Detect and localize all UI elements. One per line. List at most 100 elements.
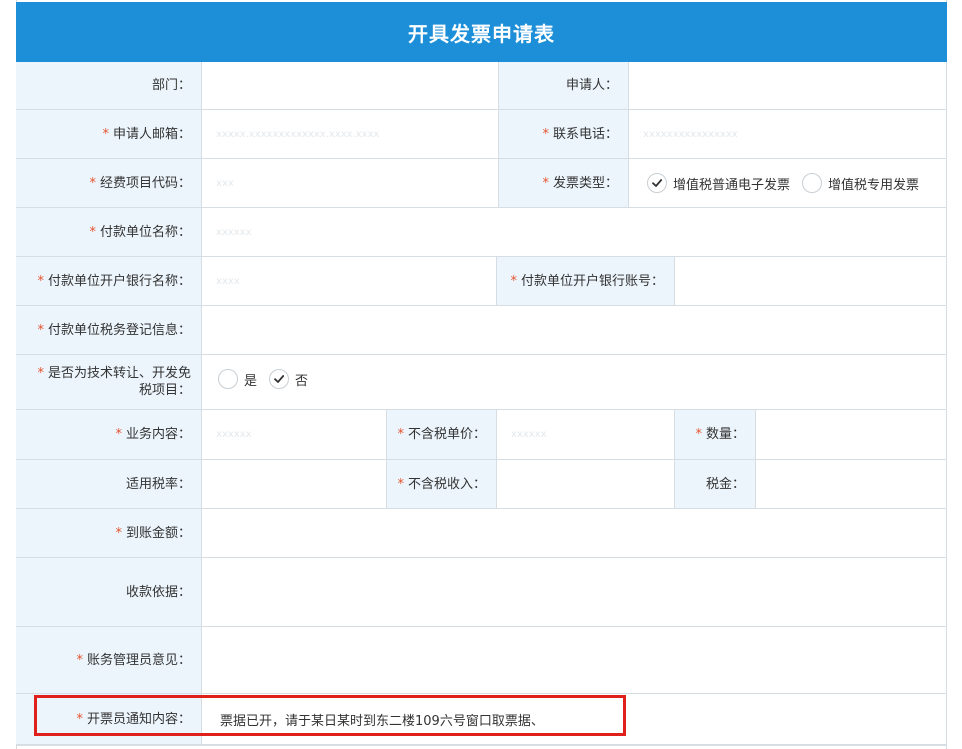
payer-name-field[interactable]: xxxxxx: [202, 208, 947, 257]
payer-bank-name-value: xxxx: [216, 275, 240, 287]
required-mark: *: [37, 273, 44, 289]
required-mark: *: [76, 652, 83, 668]
applicant-email-label-text: 申请人邮箱：: [112, 126, 191, 142]
contact-phone-value: xxxxxxxxxxxxxxxx: [643, 128, 738, 140]
invoice-type-option-electronic-radio[interactable]: [647, 173, 667, 193]
tech-transfer-label: * 是否为技术转让、开发免 税项目：: [16, 355, 202, 410]
tech-transfer-label-text: * 是否为技术转让、开发免 税项目：: [37, 365, 191, 399]
tech-transfer-field: 是 否: [202, 355, 947, 410]
check-icon: [652, 179, 663, 187]
invoice-type-radio-group: 增值税普通电子发票 增值税专用发票: [647, 173, 919, 193]
payer-tax-info-field[interactable]: [202, 306, 947, 355]
tech-transfer-yes-radio[interactable]: [218, 369, 238, 389]
funding-code-value: xxx: [216, 177, 234, 189]
payment-basis-field[interactable]: [202, 558, 947, 627]
payment-basis-label: 收款依据：: [16, 558, 202, 627]
tax-rate-label: 适用税率：: [16, 460, 202, 509]
revenue-ex-tax-label-text: 不含税收入：: [407, 476, 486, 492]
invoice-form: 部门： 申请人： * 申请人邮箱： xxxxx.xxxxxxxxxxxxx.xx…: [0, 0, 962, 749]
required-mark: *: [102, 126, 109, 142]
payer-name-label-text: 付款单位名称：: [99, 224, 191, 240]
issuer-notice-label-text: 开票员通知内容：: [86, 711, 191, 727]
issuer-notice-value: 票据已开，请于某日某时到东二楼109六号窗口取票据、: [220, 713, 544, 729]
payer-bank-name-label: * 付款单位开户银行名称：: [16, 257, 202, 306]
unit-price-label-text: 不含税单价：: [407, 427, 486, 442]
invoice-type-option-electronic-label[interactable]: 增值税普通电子发票: [673, 174, 790, 193]
form-bottom-border: [16, 745, 947, 746]
issuer-notice-label: * 开票员通知内容：: [16, 694, 202, 745]
required-mark: *: [37, 366, 44, 381]
payer-tax-info-label: * 付款单位税务登记信息：: [16, 306, 202, 355]
tech-transfer-label-line1: 是否为技术转让、开发免: [47, 366, 191, 381]
applicant-email-field[interactable]: xxxxx.xxxxxxxxxxxxx.xxxx.xxxx: [202, 110, 499, 159]
issuer-notice-field[interactable]: 票据已开，请于某日某时到东二楼109六号窗口取票据、: [202, 694, 947, 745]
department-field[interactable]: [202, 62, 499, 110]
funding-code-field[interactable]: xxx: [202, 159, 499, 208]
invoice-type-label-text: 发票类型：: [552, 175, 618, 191]
unit-price-label: * 不含税单价：: [387, 410, 497, 460]
tech-transfer-no-radio[interactable]: [269, 369, 290, 389]
tax-rate-field[interactable]: [202, 460, 387, 509]
finance-manager-opinion-field[interactable]: [202, 627, 947, 694]
payer-name-label: * 付款单位名称：: [16, 208, 202, 257]
unit-price-value: xxxxxx: [511, 429, 547, 440]
required-mark: *: [89, 224, 96, 240]
invoice-type-option-special-radio[interactable]: [802, 173, 823, 193]
required-mark: *: [89, 175, 96, 191]
funding-code-label-text: 经费项目代码：: [99, 175, 191, 191]
finance-manager-opinion-label-text: 账务管理员意见：: [86, 652, 191, 668]
contact-phone-label-text: 联系电话：: [552, 126, 618, 142]
tech-transfer-radio-group: 是 否: [218, 369, 320, 389]
applicant-label-text: 申请人：: [565, 78, 618, 93]
required-mark: *: [397, 476, 404, 492]
invoice-type-label: * 发票类型：: [499, 159, 629, 208]
applicant-email-label: * 申请人邮箱：: [16, 110, 202, 159]
payer-name-value: xxxxxx: [216, 226, 252, 238]
payment-basis-label-text: 收款依据：: [125, 584, 191, 600]
payer-bank-name-field[interactable]: xxxx: [202, 257, 497, 306]
applicant-label: 申请人：: [499, 62, 629, 110]
received-amount-label: * 到账金额：: [16, 509, 202, 558]
funding-code-label: * 经费项目代码：: [16, 159, 202, 208]
business-content-value: xxxxxx: [216, 429, 252, 440]
received-amount-field[interactable]: [202, 509, 947, 558]
department-label-text: 部门：: [151, 78, 191, 93]
invoice-type-option-special-label[interactable]: 增值税专用发票: [828, 174, 919, 193]
tech-transfer-label-line2: 税项目：: [138, 383, 191, 398]
payer-bank-name-label-text: 付款单位开户银行名称：: [47, 273, 191, 289]
tax-amount-label: 税金：: [675, 460, 756, 509]
tech-transfer-no-label[interactable]: 否: [295, 370, 308, 389]
department-label: 部门：: [16, 62, 202, 110]
tech-transfer-yes-label[interactable]: 是: [244, 370, 257, 389]
required-mark: *: [510, 273, 517, 289]
unit-price-field[interactable]: xxxxxx: [497, 410, 675, 460]
required-mark: *: [542, 126, 549, 142]
contact-phone-label: * 联系电话：: [499, 110, 629, 159]
required-mark: *: [37, 322, 44, 338]
required-mark: *: [115, 427, 122, 442]
applicant-field[interactable]: [629, 62, 947, 110]
required-mark: *: [76, 711, 83, 727]
revenue-ex-tax-label: * 不含税收入：: [387, 460, 497, 509]
payer-bank-account-field[interactable]: [675, 257, 947, 306]
applicant-email-value: xxxxx.xxxxxxxxxxxxx.xxxx.xxxx: [216, 128, 380, 140]
required-mark: *: [695, 427, 702, 442]
quantity-label: * 数量：: [675, 410, 756, 460]
payer-tax-info-label-text: 付款单位税务登记信息：: [47, 322, 191, 338]
business-content-field[interactable]: xxxxxx: [202, 410, 387, 460]
quantity-field[interactable]: [756, 410, 947, 460]
required-mark: *: [115, 525, 122, 541]
required-mark: *: [397, 427, 404, 442]
tax-amount-field[interactable]: [756, 460, 947, 509]
payer-bank-account-label-text: 付款单位开户银行账号：: [520, 273, 664, 289]
contact-phone-field[interactable]: xxxxxxxxxxxxxxxx: [629, 110, 947, 159]
revenue-ex-tax-field[interactable]: [497, 460, 675, 509]
received-amount-label-text: 到账金额：: [125, 525, 191, 541]
check-icon: [274, 375, 285, 383]
tax-rate-label-text: 适用税率：: [125, 476, 191, 492]
tax-amount-label-text: 税金：: [705, 476, 745, 492]
required-mark: *: [542, 175, 549, 191]
finance-manager-opinion-label: * 账务管理员意见：: [16, 627, 202, 694]
business-content-label-text: 业务内容：: [125, 427, 191, 442]
payer-bank-account-label: * 付款单位开户银行账号：: [497, 257, 675, 306]
